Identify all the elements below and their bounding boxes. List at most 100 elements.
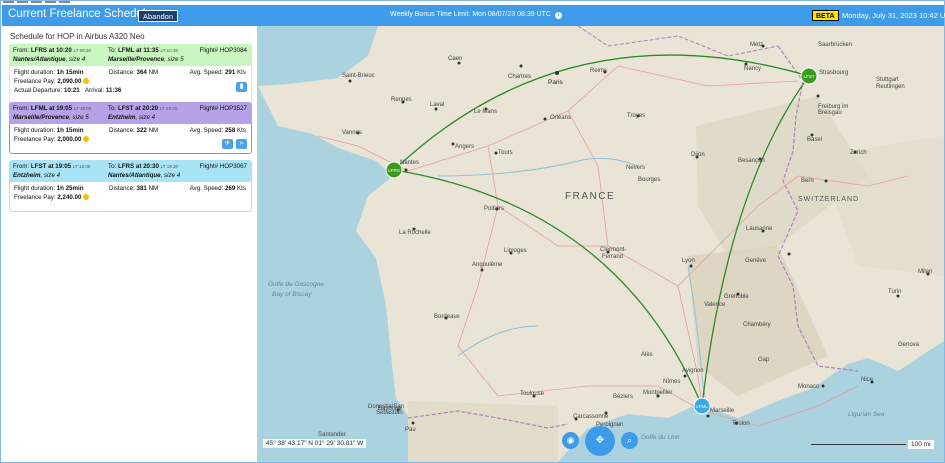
beta-badge: BETA <box>812 10 839 21</box>
map-label-bay-en: Bay of Biscay <box>272 291 312 298</box>
info-icon[interactable]: i <box>554 12 562 19</box>
flight-number: Flight# HOP3067 <box>199 163 247 170</box>
map-label-france: FRANCE <box>565 191 615 202</box>
airport-marker-lfrs[interactable]: LFRS <box>385 161 403 179</box>
svg-text:Troyes: Troyes <box>627 113 645 119</box>
flight-card[interactable]: From: LFRS at 10:20 LT 09:20 Nantes/Atla… <box>9 44 252 110</box>
svg-text:Saarbrücken: Saarbrücken <box>818 42 852 48</box>
airport-marker-lfst[interactable]: LFST <box>800 67 818 85</box>
route-map[interactable]: Saint-Brieuc Rennes Laval Le Mans Caen Chart… <box>258 26 944 462</box>
svg-text:Saint-Brieuc: Saint-Brieuc <box>342 73 375 79</box>
svg-text:Tours: Tours <box>498 150 513 156</box>
flight-card-details: Flight duration: 1h 25min Distance: 381 … <box>9 182 252 212</box>
eye-icon[interactable]: ◉ <box>562 432 579 449</box>
freelance-pay: Freelance Pay: 2,240.00 <box>14 194 90 201</box>
svg-text:Le Mans: Le Mans <box>474 109 497 115</box>
svg-text:Caen: Caen <box>448 56 462 62</box>
svg-text:Limoges: Limoges <box>504 248 527 254</box>
flight-card-header: From: LFST at 19:05 LT 18:05 Entzheim, s… <box>9 160 252 182</box>
app-window: Current Freelance Schedule Abandon Weekl… <box>0 0 945 463</box>
to-label: To: LFST at 20:20 LT 19:20 <box>108 105 178 112</box>
svg-text:Basel: Basel <box>807 137 822 143</box>
svg-text:Toulon: Toulon <box>732 421 750 427</box>
svg-text:Reutlingen: Reutlingen <box>876 84 905 90</box>
coin-icon <box>83 78 90 85</box>
freelance-pay: Freelance Pay: 2,090.00 <box>14 78 90 85</box>
svg-text:LFML: LFML <box>696 404 708 409</box>
map-label-switzerland: SWITZERLAND <box>798 196 859 203</box>
actual-times: Actual Departure: 10:21 Arrival: 11:36 <box>14 87 122 94</box>
flight-number: Flight# HOP3084 <box>199 47 247 54</box>
to-airport-name: Entzheim, size 4 <box>108 114 156 121</box>
flight-card-header: From: LFRS at 10:20 LT 09:20 Nantes/Atla… <box>9 44 252 66</box>
svg-text:Rennes: Rennes <box>391 97 412 103</box>
svg-text:Breisgau: Breisgau <box>818 110 842 116</box>
flight-card[interactable]: From: LFML at 19:05 LT 18:05 Marseille/P… <box>9 102 252 154</box>
flight-card-header: From: LFML at 19:05 LT 18:05 Marseille/P… <box>9 102 252 124</box>
svg-text:Pau: Pau <box>405 427 416 433</box>
svg-text:Marseille: Marseille <box>710 408 735 414</box>
bonus-time-text: Weekly Bonus Time Limit: Mon 08/07/23 08… <box>390 11 551 18</box>
svg-text:Bourges: Bourges <box>638 177 660 183</box>
header-bar: Current Freelance Schedule Abandon Weekl… <box>2 5 945 26</box>
airplane-icon[interactable]: ✈ <box>222 139 233 149</box>
svg-text:Poitiers: Poitiers <box>484 206 504 212</box>
to-airport-name: Nantes/Atlantique, size 4 <box>108 172 181 179</box>
airport-marker-lfml[interactable]: LFML <box>693 397 711 415</box>
svg-text:Valence: Valence <box>704 302 726 308</box>
svg-text:Carcassonne: Carcassonne <box>573 414 609 420</box>
svg-text:Nancy: Nancy <box>744 66 761 72</box>
freelance-pay: Freelance Pay: 2,000.00 <box>14 136 90 143</box>
browser-tab-strip <box>3 1 70 4</box>
from-label: From: LFST at 19:05 LT 18:05 <box>13 163 91 170</box>
coin-icon <box>83 194 90 201</box>
svg-text:Laval: Laval <box>430 102 444 108</box>
flight-distance: Distance: 322 NM <box>109 127 159 134</box>
abandon-button[interactable]: Abandon <box>138 10 179 22</box>
svg-text:Gap: Gap <box>758 357 770 363</box>
flight-duration: Flight duration: 1h 25min <box>14 185 84 192</box>
avg-speed: Avg. Speed: 291 Kts <box>189 69 246 76</box>
svg-text:Angoulême: Angoulême <box>472 262 503 268</box>
to-airport-name: Marseille/Provence, size 5 <box>108 56 184 63</box>
flight-card[interactable]: From: LFST at 19:05 LT 18:05 Entzheim, s… <box>9 160 252 212</box>
to-label: To: LFRS at 20:30 LT 19:30 <box>108 163 179 170</box>
svg-text:Metz: Metz <box>750 42 763 48</box>
svg-text:Genova: Genova <box>898 342 920 348</box>
avg-speed: Avg. Speed: 269 Kts <box>189 185 246 192</box>
map-label-bay: Golfe de Gascogne <box>268 281 324 288</box>
fast-forward-icon[interactable]: » <box>236 139 247 149</box>
map-canvas[interactable]: Saint-Brieuc Rennes Laval Le Mans Caen Chart… <box>258 26 944 462</box>
avg-speed: Avg. Speed: 258 Kts <box>189 127 246 134</box>
svg-text:Sebastián: Sebastián <box>376 410 403 416</box>
svg-text:Nice: Nice <box>861 377 874 383</box>
flight-duration: Flight duration: 1h 15min <box>14 127 84 134</box>
svg-text:Santander: Santander <box>318 432 346 438</box>
svg-text:Orléans: Orléans <box>550 115 571 121</box>
svg-text:Paris: Paris <box>548 79 564 86</box>
svg-text:Dijon: Dijon <box>691 152 705 158</box>
current-datetime: Monday, July 31, 2023 10:42 UTC <box>842 11 945 20</box>
svg-text:Montpellier: Montpellier <box>643 390 672 396</box>
from-label: From: LFML at 19:05 LT 18:05 <box>13 105 92 112</box>
svg-text:Reims: Reims <box>590 68 607 74</box>
svg-text:Nevers: Nevers <box>626 165 645 171</box>
bonus-time-limit: Weekly Bonus Time Limit: Mon 08/07/23 08… <box>390 11 562 19</box>
details-icon[interactable]: ▮ <box>236 82 247 92</box>
svg-text:Turin: Turin <box>888 289 901 295</box>
svg-text:Avignon: Avignon <box>682 368 704 374</box>
page-title: Current Freelance Schedule <box>8 8 152 20</box>
schedule-title: Schedule for HOP in Airbus A320 Neo <box>10 32 145 41</box>
from-airport-name: Marseille/Provence, size 5 <box>13 114 89 121</box>
svg-text:Bern: Bern <box>801 178 814 184</box>
flight-distance: Distance: 381 NM <box>109 185 159 192</box>
svg-text:Alès: Alès <box>641 352 653 358</box>
svg-text:Lyon: Lyon <box>682 258 695 264</box>
search-icon[interactable]: ⌕ <box>621 432 638 449</box>
schedule-sidebar: Schedule for HOP in Airbus A320 Neo From… <box>2 26 258 462</box>
pan-control-icon[interactable]: ✥ <box>585 426 615 456</box>
svg-text:La Rochelle: La Rochelle <box>399 230 431 236</box>
svg-text:Nantes: Nantes <box>400 160 419 166</box>
svg-text:Béziers: Béziers <box>613 394 633 400</box>
svg-text:Stuttgart: Stuttgart <box>876 77 899 83</box>
